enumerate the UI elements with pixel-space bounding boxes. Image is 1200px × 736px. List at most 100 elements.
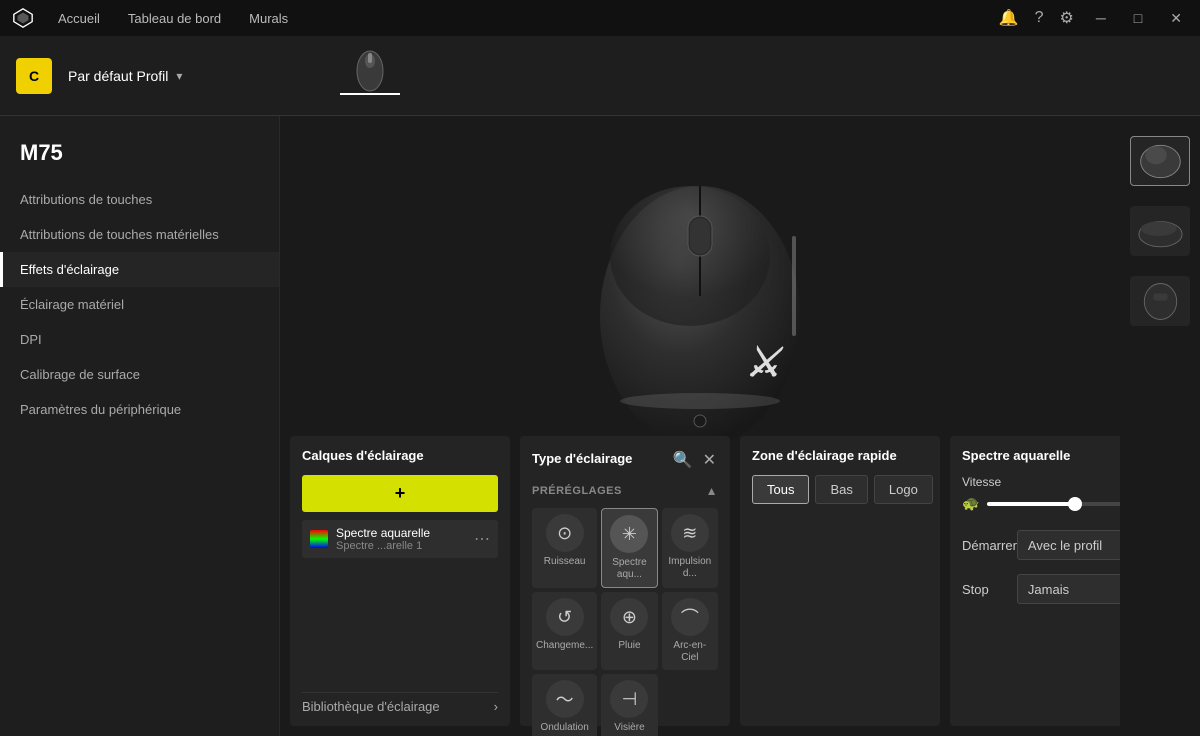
effect-changement[interactable]: ↺ Changeme... <box>532 592 597 670</box>
main-content: M75 Attributions de touches Attributions… <box>0 116 1200 736</box>
maximize-button[interactable]: □ <box>1128 8 1148 28</box>
device-tab-icon[interactable] <box>354 45 386 93</box>
layer-subname: Spectre ...arelle 1 <box>336 540 466 552</box>
ondulation-icon: 〜 <box>546 680 584 718</box>
type-close-button[interactable]: ✕ <box>701 448 718 472</box>
sidebar-item-params[interactable]: Paramètres du périphérique <box>0 392 279 427</box>
effect-visiere[interactable]: ⊣ Visière <box>601 674 657 736</box>
vitesse-section: Vitesse 🐢 ⚡ <box>962 475 1120 512</box>
profile-name: Par défaut Profil <box>68 68 168 84</box>
effect-pluie[interactable]: ⊕ Pluie <box>601 592 657 670</box>
profile-bar: C Par défaut Profil ▾ <box>0 36 1200 116</box>
zone-buttons: Tous Bas Logo <box>752 475 928 504</box>
sidebar-item-eclairage[interactable]: Effets d'éclairage <box>0 252 279 287</box>
speed-slider[interactable] <box>987 502 1120 506</box>
demarrer-value: Avec le profil <box>1028 538 1102 553</box>
thumb-front-view[interactable] <box>1130 276 1190 326</box>
stop-label: Stop <box>962 582 989 597</box>
stop-value: Jamais <box>1028 582 1069 597</box>
add-layer-button[interactable]: + <box>302 475 498 512</box>
vitesse-label: Vitesse <box>962 475 1120 489</box>
thumb-top-view[interactable] <box>1130 136 1190 186</box>
slider-thumb[interactable] <box>1068 497 1082 511</box>
zone-tous-button[interactable]: Tous <box>752 475 809 504</box>
settings-icon[interactable]: ⚙ <box>1060 8 1074 28</box>
zone-bas-button[interactable]: Bas <box>815 475 867 504</box>
stop-select[interactable]: Jamais ▾ <box>1017 574 1120 604</box>
pluie-label: Pluie <box>618 640 640 652</box>
slider-fill <box>987 502 1075 506</box>
panel-spectre: Spectre aquarelle Vitesse 🐢 ⚡ <box>950 436 1120 726</box>
presets-chevron-icon: ▲ <box>706 484 718 498</box>
ruisseau-label: Ruisseau <box>544 556 586 568</box>
layer-item[interactable]: Spectre aquarelle Spectre ...arelle 1 ⋯ <box>302 520 498 558</box>
sidebar-item-dpi[interactable]: DPI <box>0 322 279 357</box>
demarrer-row: Démarrer Avec le profil ▾ <box>962 530 1120 560</box>
help-icon[interactable]: ? <box>1035 9 1044 27</box>
changement-icon: ↺ <box>546 598 584 636</box>
visiere-icon: ⊣ <box>610 680 648 718</box>
impulsion-label: Impulsion d... <box>666 556 714 580</box>
bibliotheque-label: Bibliothèque d'éclairage <box>302 699 440 714</box>
sidebar-item-eclairage-mat[interactable]: Éclairage matériel <box>0 287 279 322</box>
device-tab-underline <box>340 93 400 95</box>
demarrer-select[interactable]: Avec le profil ▾ <box>1017 530 1120 560</box>
close-button[interactable]: ✕ <box>1164 8 1188 29</box>
demarrer-label: Démarrer <box>962 538 1017 553</box>
impulsion-icon: ≋ <box>671 514 709 552</box>
svg-text:⚔: ⚔ <box>745 341 784 385</box>
sidebar-item-touches[interactable]: Attributions de touches <box>0 182 279 217</box>
app-logo <box>12 7 34 29</box>
spectre-icon: ✳ <box>610 515 648 553</box>
panels-row: Calques d'éclairage + Spectre aquarelle … <box>280 426 1120 736</box>
zone-logo-button[interactable]: Logo <box>874 475 933 504</box>
titlebar-nav: Accueil Tableau de bord Murals <box>54 9 979 28</box>
speed-slider-wrap: 🐢 ⚡ <box>962 495 1120 512</box>
visiere-label: Visière <box>614 722 644 734</box>
nav-murals[interactable]: Murals <box>245 9 292 28</box>
nav-tableau[interactable]: Tableau de bord <box>124 9 225 28</box>
stop-row: Stop Jamais ▾ <box>962 574 1120 604</box>
layer-color-bar <box>310 530 328 548</box>
panel-zone: Zone d'éclairage rapide Tous Bas Logo <box>740 436 940 726</box>
slow-speed-icon: 🐢 <box>962 495 979 512</box>
effect-ondulation[interactable]: 〜 Ondulation ... <box>532 674 597 736</box>
effect-grid: ⊙ Ruisseau ✳ Spectre aqu... ≋ Impulsion … <box>532 508 718 736</box>
zone-title: Zone d'éclairage rapide <box>752 448 928 463</box>
presets-label: PRÉRÉGLAGES ▲ <box>532 484 718 498</box>
spectre-label: Spectre aqu... <box>606 557 652 581</box>
type-search-button[interactable]: 🔍 <box>671 448 695 472</box>
nav-accueil[interactable]: Accueil <box>54 9 104 28</box>
sidebar: M75 Attributions de touches Attributions… <box>0 116 280 736</box>
layer-name: Spectre aquarelle <box>336 526 466 540</box>
profile-selector[interactable]: Par défaut Profil ▾ <box>68 68 182 84</box>
titlebar-controls: 🔔 ? ⚙ ─ □ ✕ <box>999 8 1188 29</box>
calques-title: Calques d'éclairage <box>302 448 498 463</box>
minimize-button[interactable]: ─ <box>1090 8 1112 28</box>
profile-chevron-icon: ▾ <box>176 69 182 83</box>
ondulation-label: Ondulation ... <box>536 722 593 736</box>
type-title: Type d'éclairage <box>532 451 632 466</box>
profile-icon: C <box>16 58 52 94</box>
effect-arc[interactable]: ⌒ Arc-en-Ciel <box>662 592 718 670</box>
panel-type: Type d'éclairage 🔍 ✕ PRÉRÉGLAGES ▲ ⊙ Rui… <box>520 436 730 726</box>
notification-icon[interactable]: 🔔 <box>999 8 1019 28</box>
arc-label: Arc-en-Ciel <box>666 640 714 664</box>
arc-icon: ⌒ <box>671 598 709 636</box>
layer-more-icon[interactable]: ⋯ <box>474 529 490 549</box>
center-area: ⚔ Calques d'éclairage + Spectre aquarell… <box>280 116 1120 736</box>
pluie-icon: ⊕ <box>610 598 648 636</box>
type-header: Type d'éclairage 🔍 ✕ <box>532 448 718 472</box>
panel-calques: Calques d'éclairage + Spectre aquarelle … <box>290 436 510 726</box>
bibliotheque-button[interactable]: Bibliothèque d'éclairage › <box>302 692 498 714</box>
right-thumbnails <box>1120 116 1200 736</box>
device-title: M75 <box>0 132 279 182</box>
effect-ruisseau[interactable]: ⊙ Ruisseau <box>532 508 597 588</box>
ruisseau-icon: ⊙ <box>546 514 584 552</box>
sidebar-item-calibrage[interactable]: Calibrage de surface <box>0 357 279 392</box>
sidebar-item-touches-mat[interactable]: Attributions de touches matérielles <box>0 217 279 252</box>
thumb-side-view[interactable] <box>1130 206 1190 256</box>
effect-spectre[interactable]: ✳ Spectre aqu... <box>601 508 657 588</box>
effect-impulsion[interactable]: ≋ Impulsion d... <box>662 508 718 588</box>
titlebar: Accueil Tableau de bord Murals 🔔 ? ⚙ ─ □… <box>0 0 1200 36</box>
